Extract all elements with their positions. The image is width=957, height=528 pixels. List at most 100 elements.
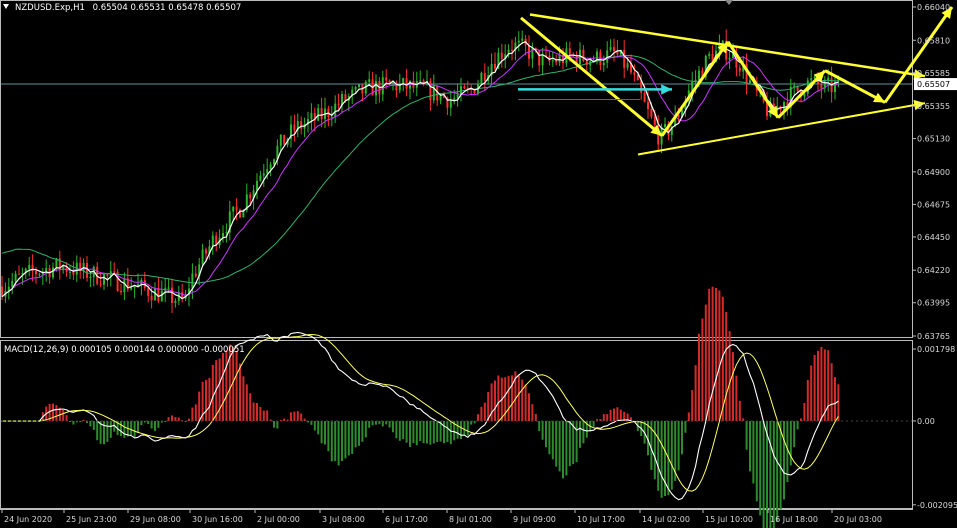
macd-histogram-bar bbox=[456, 420, 459, 439]
candle-body bbox=[551, 60, 554, 62]
candle-body bbox=[235, 206, 238, 210]
macd-histogram-bar bbox=[606, 414, 609, 421]
macd-histogram-bar bbox=[266, 410, 269, 421]
macd-histogram-bar bbox=[262, 410, 265, 421]
macd-histogram-bar bbox=[334, 420, 337, 462]
macd-histogram-bar bbox=[273, 420, 275, 428]
annotations-layer bbox=[518, 6, 954, 156]
macd-histogram-bar bbox=[575, 420, 578, 463]
macd-histogram-bar bbox=[239, 363, 241, 421]
candle-body bbox=[354, 87, 357, 90]
candle-body bbox=[636, 74, 639, 81]
macd-histogram-bar bbox=[701, 318, 704, 421]
macd-histogram-bar bbox=[402, 420, 405, 440]
macd-tick-label: -0.002095 bbox=[917, 501, 957, 510]
candle-body bbox=[174, 300, 177, 303]
candle-body bbox=[273, 159, 275, 165]
trading-chart[interactable]: 0.66040 0.65810 0.65585 0.65355 0.65130 0.649… bbox=[0, 0, 957, 528]
macd-histogram-bar bbox=[657, 420, 660, 491]
macd-histogram-bar bbox=[446, 420, 449, 443]
scroll-marker-icon[interactable] bbox=[725, 0, 733, 5]
macd-histogram-bar bbox=[256, 402, 258, 421]
macd-histogram-bar bbox=[300, 413, 303, 421]
ohlc-values: 0.65504 0.65531 0.65478 0.65507 bbox=[93, 3, 242, 13]
macd-histogram-bar bbox=[531, 404, 534, 421]
macd-histogram-bar bbox=[130, 420, 133, 435]
macd-histogram-bar bbox=[749, 420, 751, 472]
macd-histogram-bar bbox=[725, 312, 728, 421]
macd-histogram-bar bbox=[375, 420, 377, 425]
macd-histogram-bar bbox=[133, 420, 136, 438]
macd-histogram-bar bbox=[361, 420, 364, 442]
macd-histogram-bar bbox=[517, 375, 520, 421]
candle-body bbox=[531, 47, 534, 59]
candle-body bbox=[45, 268, 48, 272]
candle-body bbox=[1, 286, 3, 297]
candle-body bbox=[558, 55, 561, 63]
macd-histogram-bar bbox=[677, 420, 680, 471]
candle-body bbox=[650, 108, 653, 117]
candle-body bbox=[483, 73, 486, 82]
macd-histogram-bar bbox=[358, 420, 360, 446]
price-tick-label: 0.64675 bbox=[917, 200, 950, 209]
macd-histogram-bar bbox=[249, 393, 252, 421]
macd-histogram-bar bbox=[463, 420, 466, 435]
ma-slow-line bbox=[1, 55, 839, 284]
svg-text:NZDUSD.Exp,H1 0.65504 0.65: NZDUSD.Exp,H1 0.65504 0.65531 0.65478 0.… bbox=[15, 3, 241, 13]
candle-body bbox=[201, 249, 204, 265]
macd-histogram-bar bbox=[490, 383, 493, 421]
candle-body bbox=[698, 70, 700, 80]
macd-histogram-bar bbox=[341, 420, 343, 462]
candle-body bbox=[106, 274, 109, 277]
candle-body bbox=[405, 78, 408, 89]
macd-histogram-bar bbox=[191, 407, 194, 421]
macd-histogram-bar bbox=[691, 390, 694, 421]
time-axis: 24 Jun 2020 25 Jun 23:00 29 Jun 08:00 30 Ju… bbox=[1, 509, 882, 524]
macd-histogram-bar bbox=[653, 420, 656, 480]
candle-body bbox=[582, 49, 585, 61]
macd-histogram-bar bbox=[96, 420, 99, 441]
macd-histogram-bar bbox=[443, 420, 445, 444]
candle-body bbox=[653, 116, 656, 125]
macd-histogram-bar bbox=[225, 350, 228, 421]
chart-menu-triangle-icon[interactable] bbox=[3, 4, 9, 9]
macd-histogram-bar bbox=[120, 420, 122, 437]
candle-body bbox=[259, 175, 262, 181]
candles-layer bbox=[1, 29, 840, 314]
macd-histogram-bar bbox=[392, 420, 394, 433]
macd-histogram-bar bbox=[704, 304, 707, 421]
macd-histogram-bar bbox=[371, 420, 374, 426]
macd-histogram-bar bbox=[834, 377, 836, 421]
candle-body bbox=[453, 97, 456, 100]
macd-histogram-bar bbox=[259, 406, 262, 421]
macd-histogram-bar bbox=[582, 420, 585, 444]
candle-body bbox=[256, 180, 258, 191]
candle-body bbox=[623, 49, 626, 68]
candle-body bbox=[783, 102, 785, 110]
macd-title: MACD(12,26,9) 0.000105 0.000144 0.000000… bbox=[4, 345, 245, 355]
macd-histogram-bar bbox=[568, 420, 571, 467]
macd-histogram-bar bbox=[759, 420, 762, 516]
macd-histogram-bar bbox=[106, 420, 109, 442]
candle-body bbox=[72, 271, 75, 275]
macd-histogram-bar bbox=[521, 379, 524, 421]
candle-body bbox=[99, 283, 102, 285]
macd-histogram-bar bbox=[772, 420, 775, 528]
macd-histogram-bar bbox=[337, 420, 340, 466]
price-tick-label: 0.63765 bbox=[917, 332, 950, 341]
macd-histogram-bar bbox=[813, 355, 816, 421]
macd-histogram-bar bbox=[177, 417, 180, 421]
macd-histogram-bar bbox=[55, 405, 58, 421]
candle-body bbox=[344, 94, 347, 101]
price-tick-label: 0.64450 bbox=[917, 233, 950, 242]
macd-histogram-bar bbox=[830, 363, 833, 421]
symbol-title: NZDUSD.Exp,H1 bbox=[15, 3, 85, 13]
candle-body bbox=[222, 233, 224, 238]
candle-body bbox=[300, 121, 303, 129]
macd-histogram-bar bbox=[52, 403, 54, 421]
macd-histogram-bar bbox=[762, 420, 765, 528]
macd-histogram-bar bbox=[735, 375, 738, 421]
price-tick-label: 0.65355 bbox=[917, 102, 950, 111]
macd-histogram-bar bbox=[310, 420, 313, 425]
candle-body bbox=[463, 86, 466, 89]
